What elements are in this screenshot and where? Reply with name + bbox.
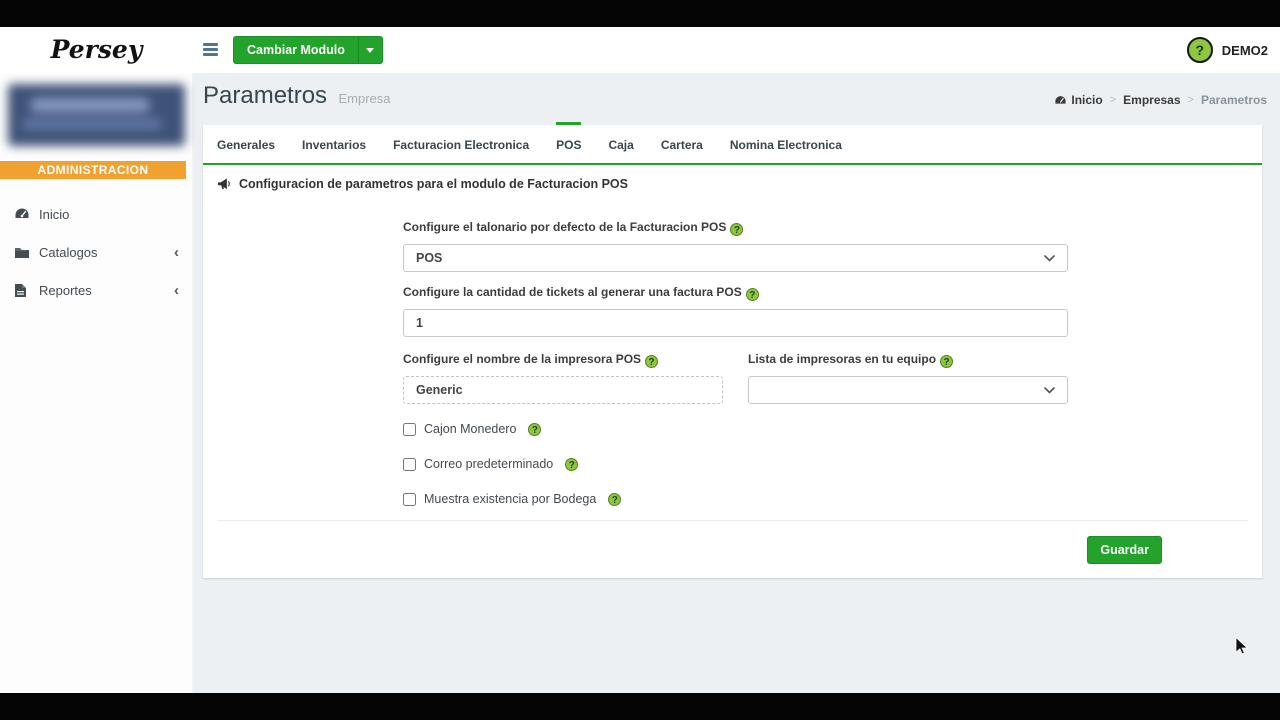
tab-cartera[interactable]: Cartera <box>661 122 703 163</box>
sidebar-item-catalogos[interactable]: Catalogos ‹ <box>0 233 193 271</box>
tab-generales[interactable]: Generales <box>217 122 275 163</box>
field-impresora: Configure el nombre de la impresora POS? <box>403 352 723 404</box>
field-label-text: Configure la cantidad de tickets al gene… <box>403 285 742 299</box>
field-tickets: Configure la cantidad de tickets al gene… <box>403 285 1068 337</box>
chevron-down-icon <box>1044 387 1055 394</box>
field-label-text: Configure el nombre de la impresora POS <box>403 352 641 366</box>
tab-pos[interactable]: POS <box>556 122 581 163</box>
pos-settings-form: Configure el talonario por defecto de la… <box>403 220 1068 527</box>
chevron-left-icon: ‹ <box>174 283 179 298</box>
report-file-icon <box>14 282 30 298</box>
breadcrumb: Inicio > Empresas > Parametros <box>1054 93 1267 107</box>
home-dashboard-icon <box>1054 95 1067 106</box>
chevron-down-icon <box>1044 255 1055 262</box>
field-lista-impresoras: Lista de impresoras en tu equipo? <box>748 352 1068 404</box>
top-black-bar <box>0 0 1280 27</box>
sidebar-section-header: ADMINISTRACION <box>0 161 186 179</box>
checkbox-label: Cajon Monedero <box>424 422 516 436</box>
breadcrumb-separator: > <box>1188 94 1194 106</box>
page-header: Parametros Empresa <box>203 82 391 110</box>
help-icon[interactable]: ? <box>940 355 953 368</box>
breadcrumb-separator: > <box>1110 94 1116 106</box>
printer-row: Configure el nombre de la impresora POS?… <box>403 352 1068 404</box>
sidebar: ADMINISTRACION Inicio Catalogos ‹ Report… <box>0 73 193 693</box>
checkbox-muestra-existencia: Muestra existencia por Bodega? <box>403 492 1068 506</box>
save-button[interactable]: Guardar <box>1087 536 1162 564</box>
change-module-label[interactable]: Cambiar Modulo <box>234 37 358 63</box>
checkbox-group: Cajon Monedero? Correo predeterminado? M… <box>403 422 1068 506</box>
sidebar-item-reportes[interactable]: Reportes ‹ <box>0 271 193 309</box>
bottom-black-bar <box>0 693 1280 720</box>
field-label-text: Configure el talonario por defecto de la… <box>403 220 726 234</box>
parameters-card: Generales Inventarios Facturacion Electr… <box>203 125 1262 578</box>
help-icon[interactable]: ? <box>565 458 578 471</box>
help-icon[interactable]: ? <box>645 355 658 368</box>
breadcrumb-label: Inicio <box>1071 93 1102 107</box>
help-icon[interactable]: ? <box>608 493 621 506</box>
field-talonario: Configure el talonario por defecto de la… <box>403 220 1068 272</box>
breadcrumb-label: Empresas <box>1123 93 1180 107</box>
user-menu[interactable]: ? DEMO2 <box>1187 27 1268 73</box>
change-module-dropdown[interactable] <box>358 37 382 63</box>
tachometer-icon <box>14 206 30 222</box>
tab-caja[interactable]: Caja <box>608 122 633 163</box>
breadcrumb-current: Parametros <box>1201 93 1267 107</box>
talonario-select[interactable]: POS <box>403 244 1068 272</box>
app-header: Persey Cambiar Modulo ? DEMO2 <box>0 27 1280 73</box>
sidebar-item-label: Reportes <box>39 283 92 298</box>
tickets-input[interactable] <box>403 309 1068 337</box>
field-label: Lista de impresoras en tu equipo? <box>748 352 1068 368</box>
printer-name-input[interactable] <box>403 376 723 404</box>
sidebar-menu: Inicio Catalogos ‹ Reportes ‹ <box>0 195 193 309</box>
sidebar-item-label: Inicio <box>39 207 69 222</box>
page-title: Parametros <box>203 82 327 109</box>
breadcrumb-empresas[interactable]: Empresas <box>1123 93 1180 107</box>
chevron-left-icon: ‹ <box>174 245 179 260</box>
field-label: Configure el talonario por defecto de la… <box>403 220 1068 236</box>
checkbox-label: Correo predeterminado <box>424 457 553 471</box>
panel-heading: Configuracion de parametros para el modu… <box>217 177 628 191</box>
breadcrumb-inicio[interactable]: Inicio <box>1054 93 1102 107</box>
panel-heading-text: Configuracion de parametros para el modu… <box>239 177 628 191</box>
cajon-monedero-checkbox[interactable] <box>403 423 416 436</box>
user-avatar[interactable]: ? <box>1187 37 1213 63</box>
sidebar-item-label: Catalogos <box>39 245 98 260</box>
persey-logo: Persey <box>0 27 193 73</box>
help-icon[interactable]: ? <box>730 223 743 236</box>
help-icon[interactable]: ? <box>746 288 759 301</box>
megaphone-icon <box>217 177 232 191</box>
company-logo-blurred <box>8 84 185 146</box>
field-label-text: Lista de impresoras en tu equipo <box>748 352 936 366</box>
tab-inventarios[interactable]: Inventarios <box>302 122 366 163</box>
checkbox-correo-predeterminado: Correo predeterminado? <box>403 457 1068 471</box>
page-subtitle: Empresa <box>339 91 391 106</box>
checkbox-label: Muestra existencia por Bodega <box>424 492 596 506</box>
change-module-button[interactable]: Cambiar Modulo <box>233 36 383 64</box>
checkbox-cajon-monedero: Cajon Monedero? <box>403 422 1068 436</box>
field-label: Configure la cantidad de tickets al gene… <box>403 285 1068 301</box>
folder-icon <box>14 244 30 260</box>
caret-down-icon <box>366 48 374 53</box>
help-icon[interactable]: ? <box>528 423 541 436</box>
user-name: DEMO2 <box>1222 43 1268 58</box>
sidebar-item-inicio[interactable]: Inicio <box>0 195 193 233</box>
sidebar-toggle-icon[interactable] <box>202 41 219 58</box>
correo-predeterminado-checkbox[interactable] <box>403 458 416 471</box>
tab-nomina-electronica[interactable]: Nomina Electronica <box>730 122 842 163</box>
tab-bar: Generales Inventarios Facturacion Electr… <box>203 125 1262 165</box>
selected-value: POS <box>416 251 442 265</box>
muestra-existencia-checkbox[interactable] <box>403 493 416 506</box>
card-footer-divider <box>217 520 1248 521</box>
field-label: Configure el nombre de la impresora POS? <box>403 352 723 368</box>
printer-list-select[interactable] <box>748 376 1068 404</box>
tab-facturacion-electronica[interactable]: Facturacion Electronica <box>393 122 529 163</box>
content-area: Parametros Empresa Inicio > Empresas > P… <box>193 73 1280 693</box>
